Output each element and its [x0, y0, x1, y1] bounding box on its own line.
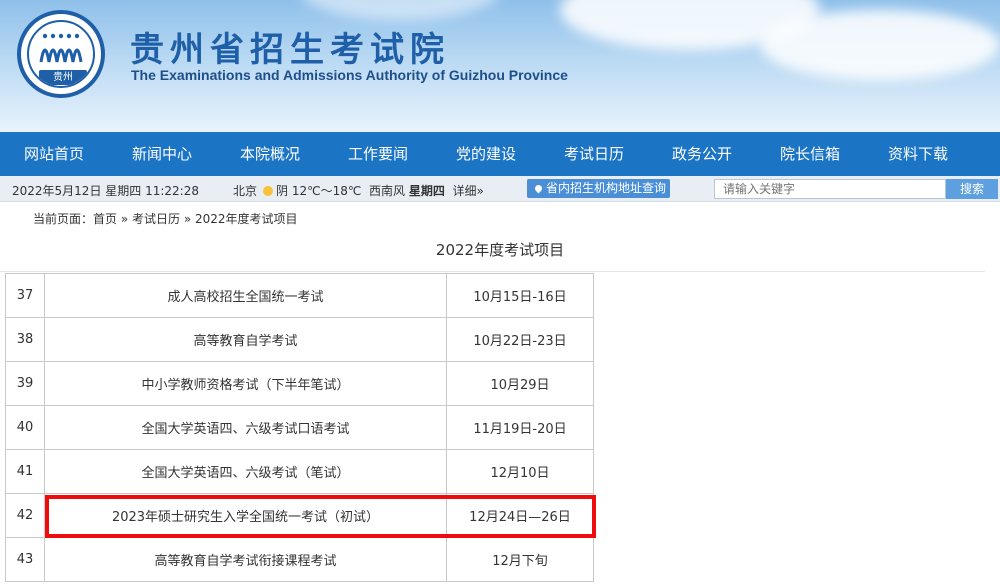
- exam-name: 全国大学英语四、六级考试口语考试: [44, 405, 447, 450]
- exam-name: 全国大学英语四、六级考试（笔试）: [44, 449, 447, 494]
- org-lookup-button[interactable]: 省内招生机构地址查询: [527, 179, 670, 198]
- nav-item-work-news[interactable]: 工作要闻: [324, 132, 432, 176]
- nav-item-exam-calendar[interactable]: 考试日历: [540, 132, 648, 176]
- weather-city: 北京: [233, 184, 258, 198]
- nav-item-public-affairs[interactable]: 政务公开: [648, 132, 756, 176]
- search-button[interactable]: 搜索: [946, 179, 998, 199]
- exam-date: 10月22日-23日: [446, 317, 594, 362]
- exam-date: 12月10日: [446, 449, 594, 494]
- row-number: 37: [5, 273, 45, 318]
- breadcrumb-home[interactable]: 首页: [93, 212, 117, 226]
- main-nav: 网站首页 新闻中心 本院概况 工作要闻 党的建设 考试日历 政务公开 院长信箱 …: [0, 132, 1000, 176]
- university-logo-icon[interactable]: 贵州: [17, 10, 105, 98]
- nav-item-downloads[interactable]: 资料下载: [864, 132, 972, 176]
- exam-date: 10月15日-16日: [446, 273, 594, 318]
- row-number: 43: [5, 537, 45, 582]
- logo-label: 贵州: [39, 70, 87, 85]
- location-pin-icon: [533, 183, 544, 194]
- weather-widget: 北京 阴 12℃～18℃ 西南风 星期四 详细»: [233, 182, 484, 199]
- logo-waves-icon: [39, 33, 83, 63]
- row-number: 42: [5, 493, 45, 538]
- site-title: 贵州省招生考试院: [130, 30, 450, 70]
- table-row: 43 高等教育自学考试衔接课程考试 12月下旬: [5, 537, 594, 582]
- nav-item-party[interactable]: 党的建设: [432, 132, 540, 176]
- info-bar: 2022年5月12日 星期四 11:22:28 北京 阴 12℃～18℃ 西南风 …: [0, 176, 1000, 202]
- exam-name: 成人高校招生全国统一考试: [44, 273, 447, 318]
- exam-date: 10月29日: [446, 361, 594, 406]
- exam-date: 12月24日—26日: [446, 493, 594, 538]
- table-row: 37 成人高校招生全国统一考试 10月15日-16日: [5, 273, 594, 318]
- weather-detail-link[interactable]: 详细»: [452, 184, 483, 198]
- table-row: 38 高等教育自学考试 10月22日-23日: [5, 317, 594, 362]
- breadcrumb-calendar[interactable]: 考试日历: [132, 212, 180, 226]
- breadcrumb: 当前页面：首页 » 考试日历 » 2022年度考试项目: [33, 210, 298, 227]
- exam-date: 11月19日-20日: [446, 405, 594, 450]
- breadcrumb-separator: »: [180, 212, 196, 226]
- nav-item-mailbox[interactable]: 院长信箱: [756, 132, 864, 176]
- title-divider: [0, 271, 985, 272]
- weather-weekday: 星期四: [408, 184, 445, 198]
- exam-date: 12月下旬: [446, 537, 594, 582]
- nav-item-about[interactable]: 本院概况: [216, 132, 324, 176]
- table-row: 41 全国大学英语四、六级考试（笔试） 12月10日: [5, 449, 594, 494]
- breadcrumb-prefix: 当前页面：: [33, 212, 94, 226]
- nav-item-home[interactable]: 网站首页: [0, 132, 108, 176]
- exam-schedule-table: 37 成人高校招生全国统一考试 10月15日-16日 38 高等教育自学考试 1…: [5, 273, 594, 582]
- cloud-decoration: [760, 10, 1000, 80]
- org-lookup-label: 省内招生机构地址查询: [546, 181, 667, 195]
- exam-name: 2023年硕士研究生入学全国统一考试（初试）: [44, 493, 447, 538]
- nav-item-news[interactable]: 新闻中心: [108, 132, 216, 176]
- table-row: 40 全国大学英语四、六级考试口语考试 11月19日-20日: [5, 405, 594, 450]
- breadcrumb-current: 2022年度考试项目: [195, 212, 298, 226]
- exam-name: 高等教育自学考试衔接课程考试: [44, 537, 447, 582]
- weather-condition: 阴 12℃～18℃: [276, 184, 362, 198]
- search-input[interactable]: [714, 179, 946, 199]
- current-datetime: 2022年5月12日 星期四 11:22:28: [12, 184, 199, 198]
- row-number: 41: [5, 449, 45, 494]
- row-number: 38: [5, 317, 45, 362]
- exam-name: 高等教育自学考试: [44, 317, 447, 362]
- cloud-decoration: [300, 0, 500, 20]
- table-row: 42 2023年硕士研究生入学全国统一考试（初试） 12月24日—26日: [5, 493, 594, 538]
- header-banner: 贵州 贵州省招生考试院 The Examinations and Admissi…: [0, 0, 1000, 132]
- row-number: 40: [5, 405, 45, 450]
- exam-name: 中小学教师资格考试（下半年笔试）: [44, 361, 447, 406]
- sun-weather-icon: [263, 186, 274, 196]
- weather-wind: 西南风: [368, 184, 405, 198]
- row-number: 39: [5, 361, 45, 406]
- breadcrumb-separator: »: [117, 212, 133, 226]
- site-subtitle: The Examinations and Admissions Authorit…: [131, 67, 568, 83]
- page-title: 2022年度考试项目: [435, 241, 565, 259]
- table-row: 39 中小学教师资格考试（下半年笔试） 10月29日: [5, 361, 594, 406]
- logo-emblem: 贵州: [27, 20, 95, 88]
